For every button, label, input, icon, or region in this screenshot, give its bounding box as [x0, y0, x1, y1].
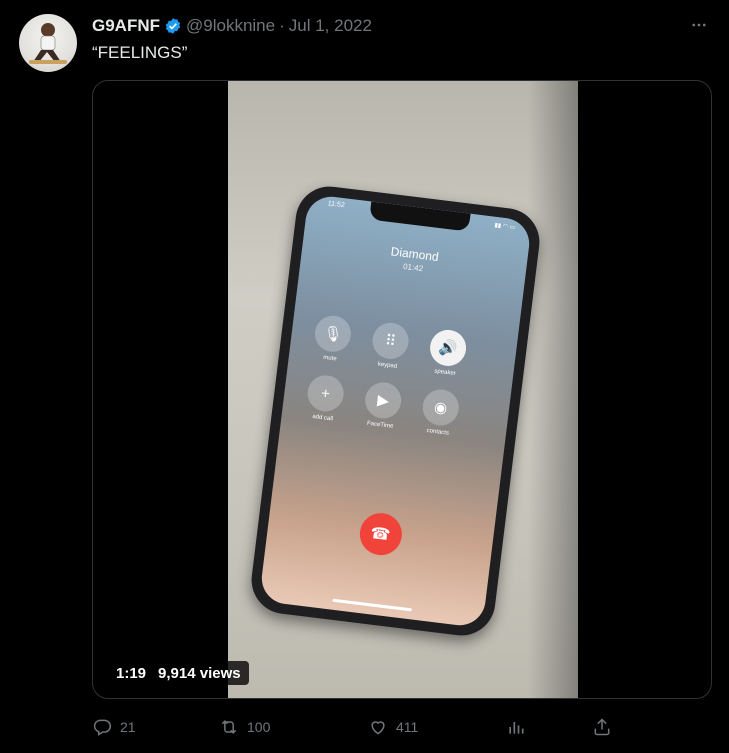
mute-control: 🎙 mute: [311, 313, 354, 364]
tweet-date[interactable]: Jul 1, 2022: [289, 16, 372, 36]
video-views: 9,914 views: [158, 664, 241, 682]
speaker-icon: 🔊: [428, 327, 469, 368]
reply-count: 21: [120, 719, 136, 735]
facetime-control: ▶ FaceTime: [361, 380, 404, 430]
phone-in-video: 11:52 ▮▮ ◠ ▭ Diamond 01:42 🎙 mute ⠿ keyp…: [247, 182, 544, 640]
video-frame: 11:52 ▮▮ ◠ ▭ Diamond 01:42 🎙 mute ⠿ keyp…: [228, 81, 578, 698]
add-call-control: + add call: [303, 373, 346, 423]
share-icon: [594, 718, 610, 736]
add-call-label: add call: [311, 413, 334, 423]
separator-dot: ·: [279, 16, 285, 35]
video-camera-icon: ▶: [363, 380, 404, 421]
keypad-icon: ⠿: [370, 320, 411, 361]
keypad-label: keypad: [377, 361, 398, 370]
plus-icon: +: [305, 373, 346, 414]
phone-notch: [368, 201, 471, 232]
home-indicator: [331, 598, 412, 612]
video-player[interactable]: 11:52 ▮▮ ◠ ▭ Diamond 01:42 🎙 mute ⠿ keyp…: [92, 80, 712, 699]
contact-icon: ◉: [420, 387, 461, 428]
tweet-actions: 21 100 411: [92, 712, 622, 742]
display-name[interactable]: G9AFNF: [92, 16, 160, 36]
end-call-icon: ☎: [356, 510, 404, 558]
like-icon: [371, 721, 385, 735]
verified-badge-icon: [164, 17, 182, 35]
contacts-label: contacts: [426, 427, 450, 437]
phone-status-time: 11:52: [327, 200, 346, 210]
repost-icon: [221, 720, 237, 734]
video-meta-badge: 1:19 9,914 views: [108, 661, 249, 685]
handle[interactable]: @9lokknine: [186, 16, 275, 36]
contacts-control: ◉ contacts: [418, 387, 461, 437]
phone-screen: 11:52 ▮▮ ◠ ▭ Diamond 01:42 🎙 mute ⠿ keyp…: [258, 193, 533, 629]
couch-shadow: [528, 81, 578, 698]
speaker-label: speaker: [434, 368, 456, 378]
share-button[interactable]: [592, 712, 612, 742]
views-button[interactable]: [506, 712, 526, 742]
reply-button[interactable]: 21: [92, 712, 136, 742]
speaker-control: 🔊 speaker: [426, 327, 469, 378]
phone-status-icons: ▮▮ ◠ ▭: [494, 222, 516, 232]
facetime-label: FaceTime: [366, 420, 394, 430]
like-count: 411: [396, 719, 419, 735]
avatar-figure: [29, 23, 67, 64]
mute-label: mute: [322, 354, 337, 363]
video-duration: 1:19: [116, 664, 147, 682]
repost-count: 100: [247, 719, 271, 735]
tweet-text: “FEELINGS”: [92, 43, 188, 62]
more-icon[interactable]: [687, 13, 711, 37]
avatar[interactable]: [19, 14, 77, 72]
views-icon: [509, 722, 524, 734]
tweet-header: G9AFNF @9lokknine · Jul 1, 2022: [92, 15, 711, 37]
keypad-control: ⠿ keypad: [368, 320, 411, 371]
mic-off-icon: 🎙: [312, 313, 354, 354]
like-button[interactable]: 411: [368, 712, 418, 742]
reply-icon: [93, 719, 112, 736]
repost-button[interactable]: 100: [219, 712, 270, 742]
